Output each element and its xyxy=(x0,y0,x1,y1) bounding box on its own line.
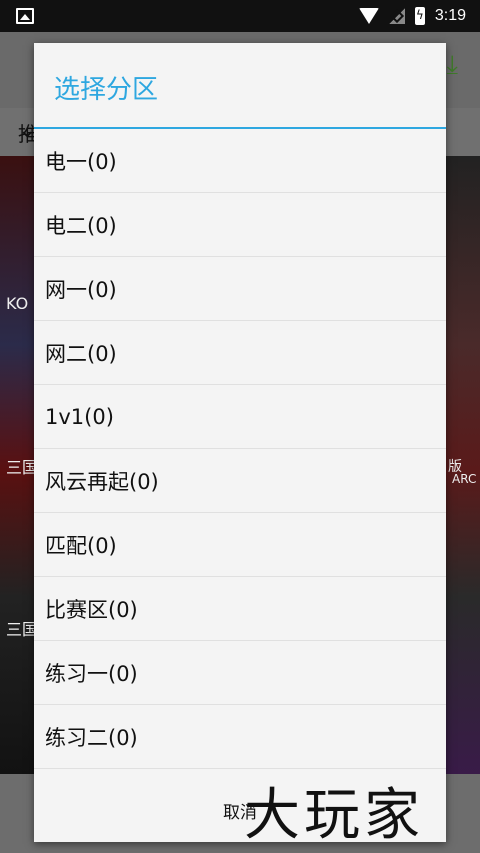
status-time: 3:19 xyxy=(434,7,466,24)
background-caption: KO xyxy=(6,294,29,313)
zone-item[interactable]: 练习一(0) xyxy=(34,641,446,705)
wifi-icon xyxy=(358,8,379,24)
zone-item[interactable]: 网二(0) xyxy=(34,321,446,385)
dialog-title: 选择分区 xyxy=(54,75,159,105)
download-icon: ⤓ xyxy=(446,50,459,80)
cancel-button[interactable]: 取消 xyxy=(34,779,446,842)
zone-item[interactable]: 电一(0) xyxy=(34,129,446,193)
zone-item[interactable]: 匹配(0) xyxy=(34,513,446,577)
zone-item[interactable]: 比赛区(0) xyxy=(34,577,446,641)
background-caption: ARC xyxy=(452,472,477,486)
status-bar: 3:19 xyxy=(0,0,480,32)
status-icons: 3:19 xyxy=(358,6,466,26)
zone-item[interactable]: 电二(0) xyxy=(34,193,446,257)
image-icon xyxy=(16,8,34,24)
zone-item[interactable]: 风云再起(0) xyxy=(34,449,446,513)
zone-item[interactable]: 网一(0) xyxy=(34,257,446,321)
select-zone-dialog: 选择分区 电一(0) 电二(0) 网一(0) 网二(0) 1v1(0) 风云再起… xyxy=(34,43,446,842)
battery-charging-icon xyxy=(414,7,425,25)
zone-item[interactable]: 1v1(0) xyxy=(34,385,446,449)
zone-item[interactable]: 练习二(0) xyxy=(34,705,446,769)
no-signal-icon xyxy=(388,8,405,24)
zone-list: 电一(0) 电二(0) 网一(0) 网二(0) 1v1(0) 风云再起(0) 匹… xyxy=(34,129,446,769)
